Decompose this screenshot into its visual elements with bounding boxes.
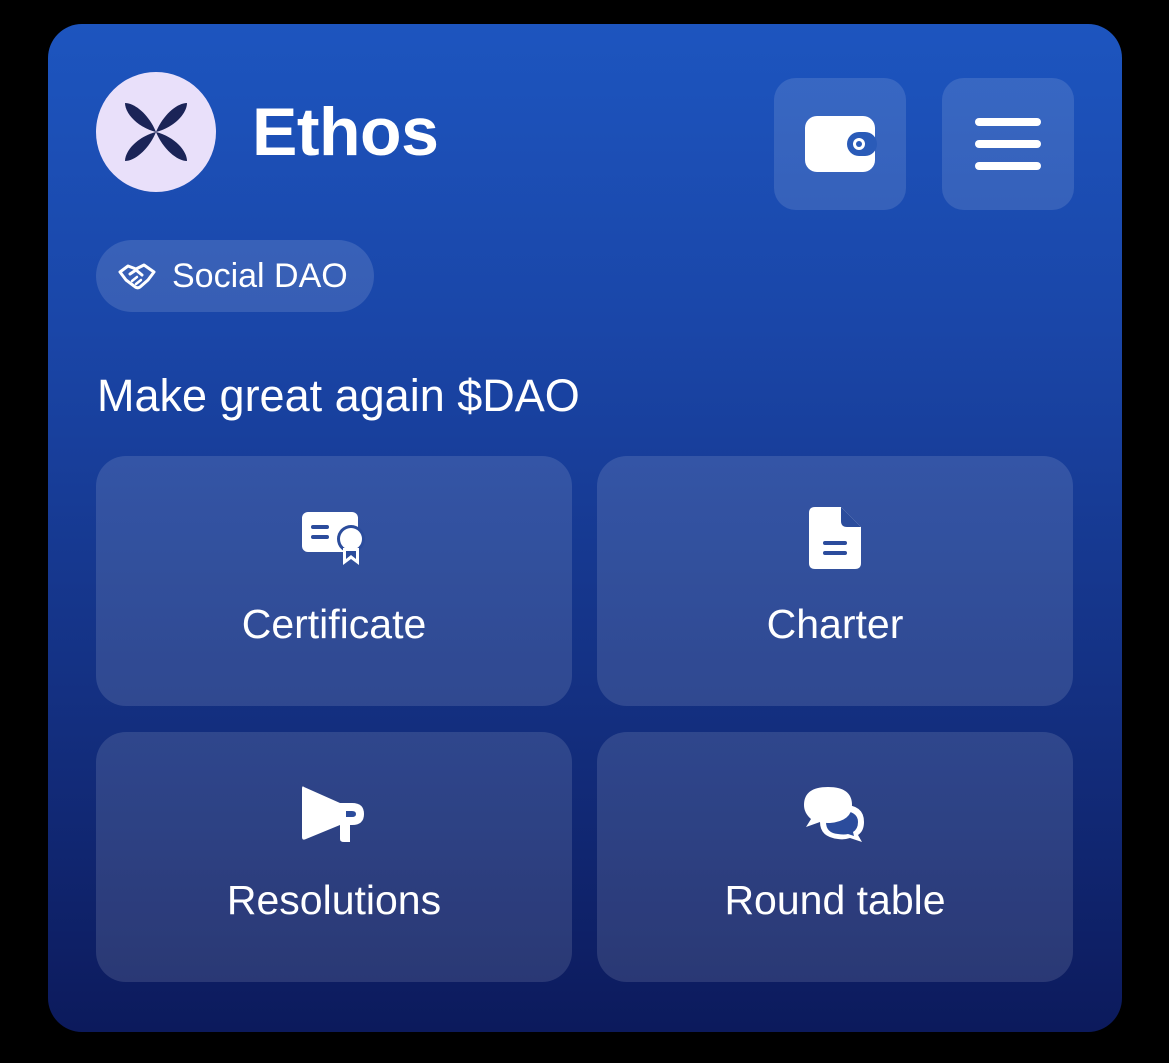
megaphone-icon [302,786,364,842]
menu-button[interactable] [942,78,1074,210]
certificate-tile[interactable]: Certificate [96,456,572,706]
dao-tagline: Make great again $DAO [97,370,580,421]
dao-card: Ethos Social DAO Make great again $DAO C… [48,24,1122,1032]
wallet-icon [805,116,877,172]
round-table-label: Round table [724,877,946,923]
category-tag: Social DAO [96,240,374,312]
clover-x-logo-icon [125,103,187,161]
chat-bubbles-icon [804,787,864,842]
charter-label: Charter [766,601,904,647]
app-title: Ethos [252,94,439,170]
category-tag-label: Social DAO [172,256,348,295]
round-table-tile[interactable]: Round table [597,732,1073,982]
certificate-icon [302,512,365,565]
hamburger-menu-icon [975,118,1041,170]
wallet-button[interactable] [774,78,906,210]
dao-avatar[interactable] [96,72,216,192]
charter-tile[interactable]: Charter [597,456,1073,706]
document-icon [809,507,861,569]
certificate-label: Certificate [241,601,427,647]
resolutions-tile[interactable]: Resolutions [96,732,572,982]
resolutions-label: Resolutions [226,877,442,923]
handshake-icon [118,262,156,290]
